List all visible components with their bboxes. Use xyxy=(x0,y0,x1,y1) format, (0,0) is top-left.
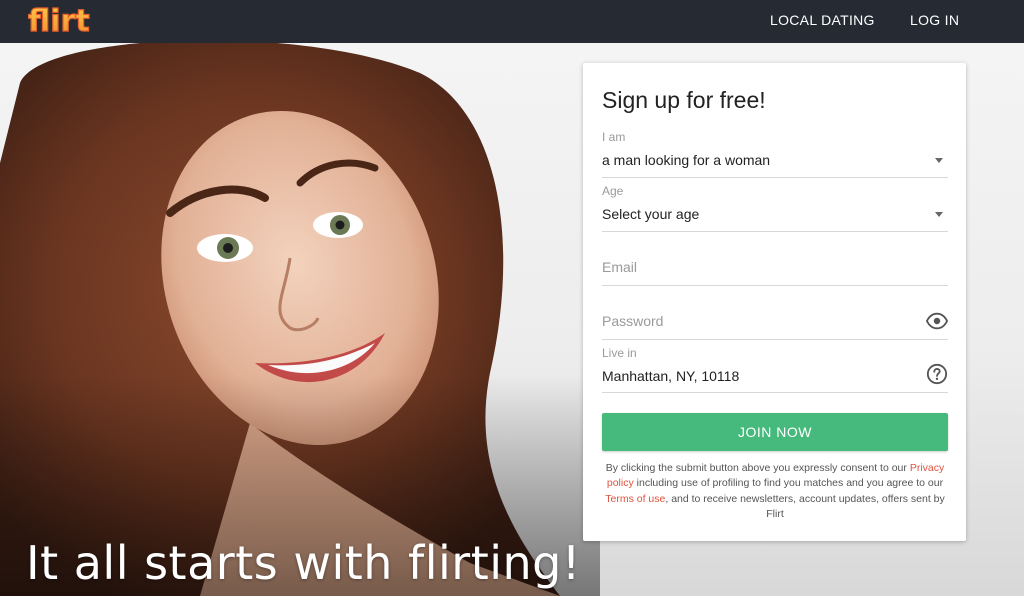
legal-text-part1: By clicking the submit button above you … xyxy=(605,462,910,474)
live-in-field[interactable]: Live in Manhattan, NY, 10118 xyxy=(602,344,948,393)
terms-of-use-link[interactable]: Terms of use xyxy=(605,493,665,505)
i-am-label: I am xyxy=(602,130,626,144)
password-field[interactable]: Password xyxy=(602,290,948,340)
flirt-logo[interactable]: flirt xyxy=(26,2,96,38)
live-in-label: Live in xyxy=(602,346,637,360)
signup-title: Sign up for free! xyxy=(602,87,766,113)
i-am-select[interactable]: I am a man looking for a woman xyxy=(602,128,948,178)
nav-log-in-link[interactable]: LOG IN xyxy=(910,0,959,40)
password-placeholder: Password xyxy=(602,313,664,329)
legal-text-part2: including use of profiling to find you m… xyxy=(633,477,944,490)
email-placeholder: Email xyxy=(602,259,638,275)
caret-down-icon xyxy=(935,158,943,163)
i-am-value: a man looking for a woman xyxy=(602,152,771,168)
top-navigation-bar: flirt LOCAL DATING LOG IN xyxy=(0,0,1024,43)
age-value: Select your age xyxy=(602,206,700,222)
legal-consent-text: By clicking the submit button above you … xyxy=(602,461,948,522)
signup-form-card: Sign up for free! I am a man looking for… xyxy=(583,63,966,541)
email-field[interactable]: Email xyxy=(602,236,948,286)
join-now-button[interactable]: JOIN NOW xyxy=(602,413,948,451)
caret-down-icon xyxy=(935,212,943,217)
question-circle-icon[interactable] xyxy=(926,363,948,385)
hero-tagline: It all starts with flirting! xyxy=(26,536,581,590)
legal-text-part3: , and to receive newsletters, account up… xyxy=(665,492,945,520)
live-in-value: Manhattan, NY, 10118 xyxy=(602,368,740,384)
eye-icon[interactable] xyxy=(926,310,948,332)
svg-text:flirt: flirt xyxy=(28,4,90,38)
nav-local-dating-link[interactable]: LOCAL DATING xyxy=(770,0,875,40)
age-label: Age xyxy=(602,184,624,198)
hero-photo-woman xyxy=(0,43,600,596)
age-select[interactable]: Age Select your age xyxy=(602,182,948,232)
